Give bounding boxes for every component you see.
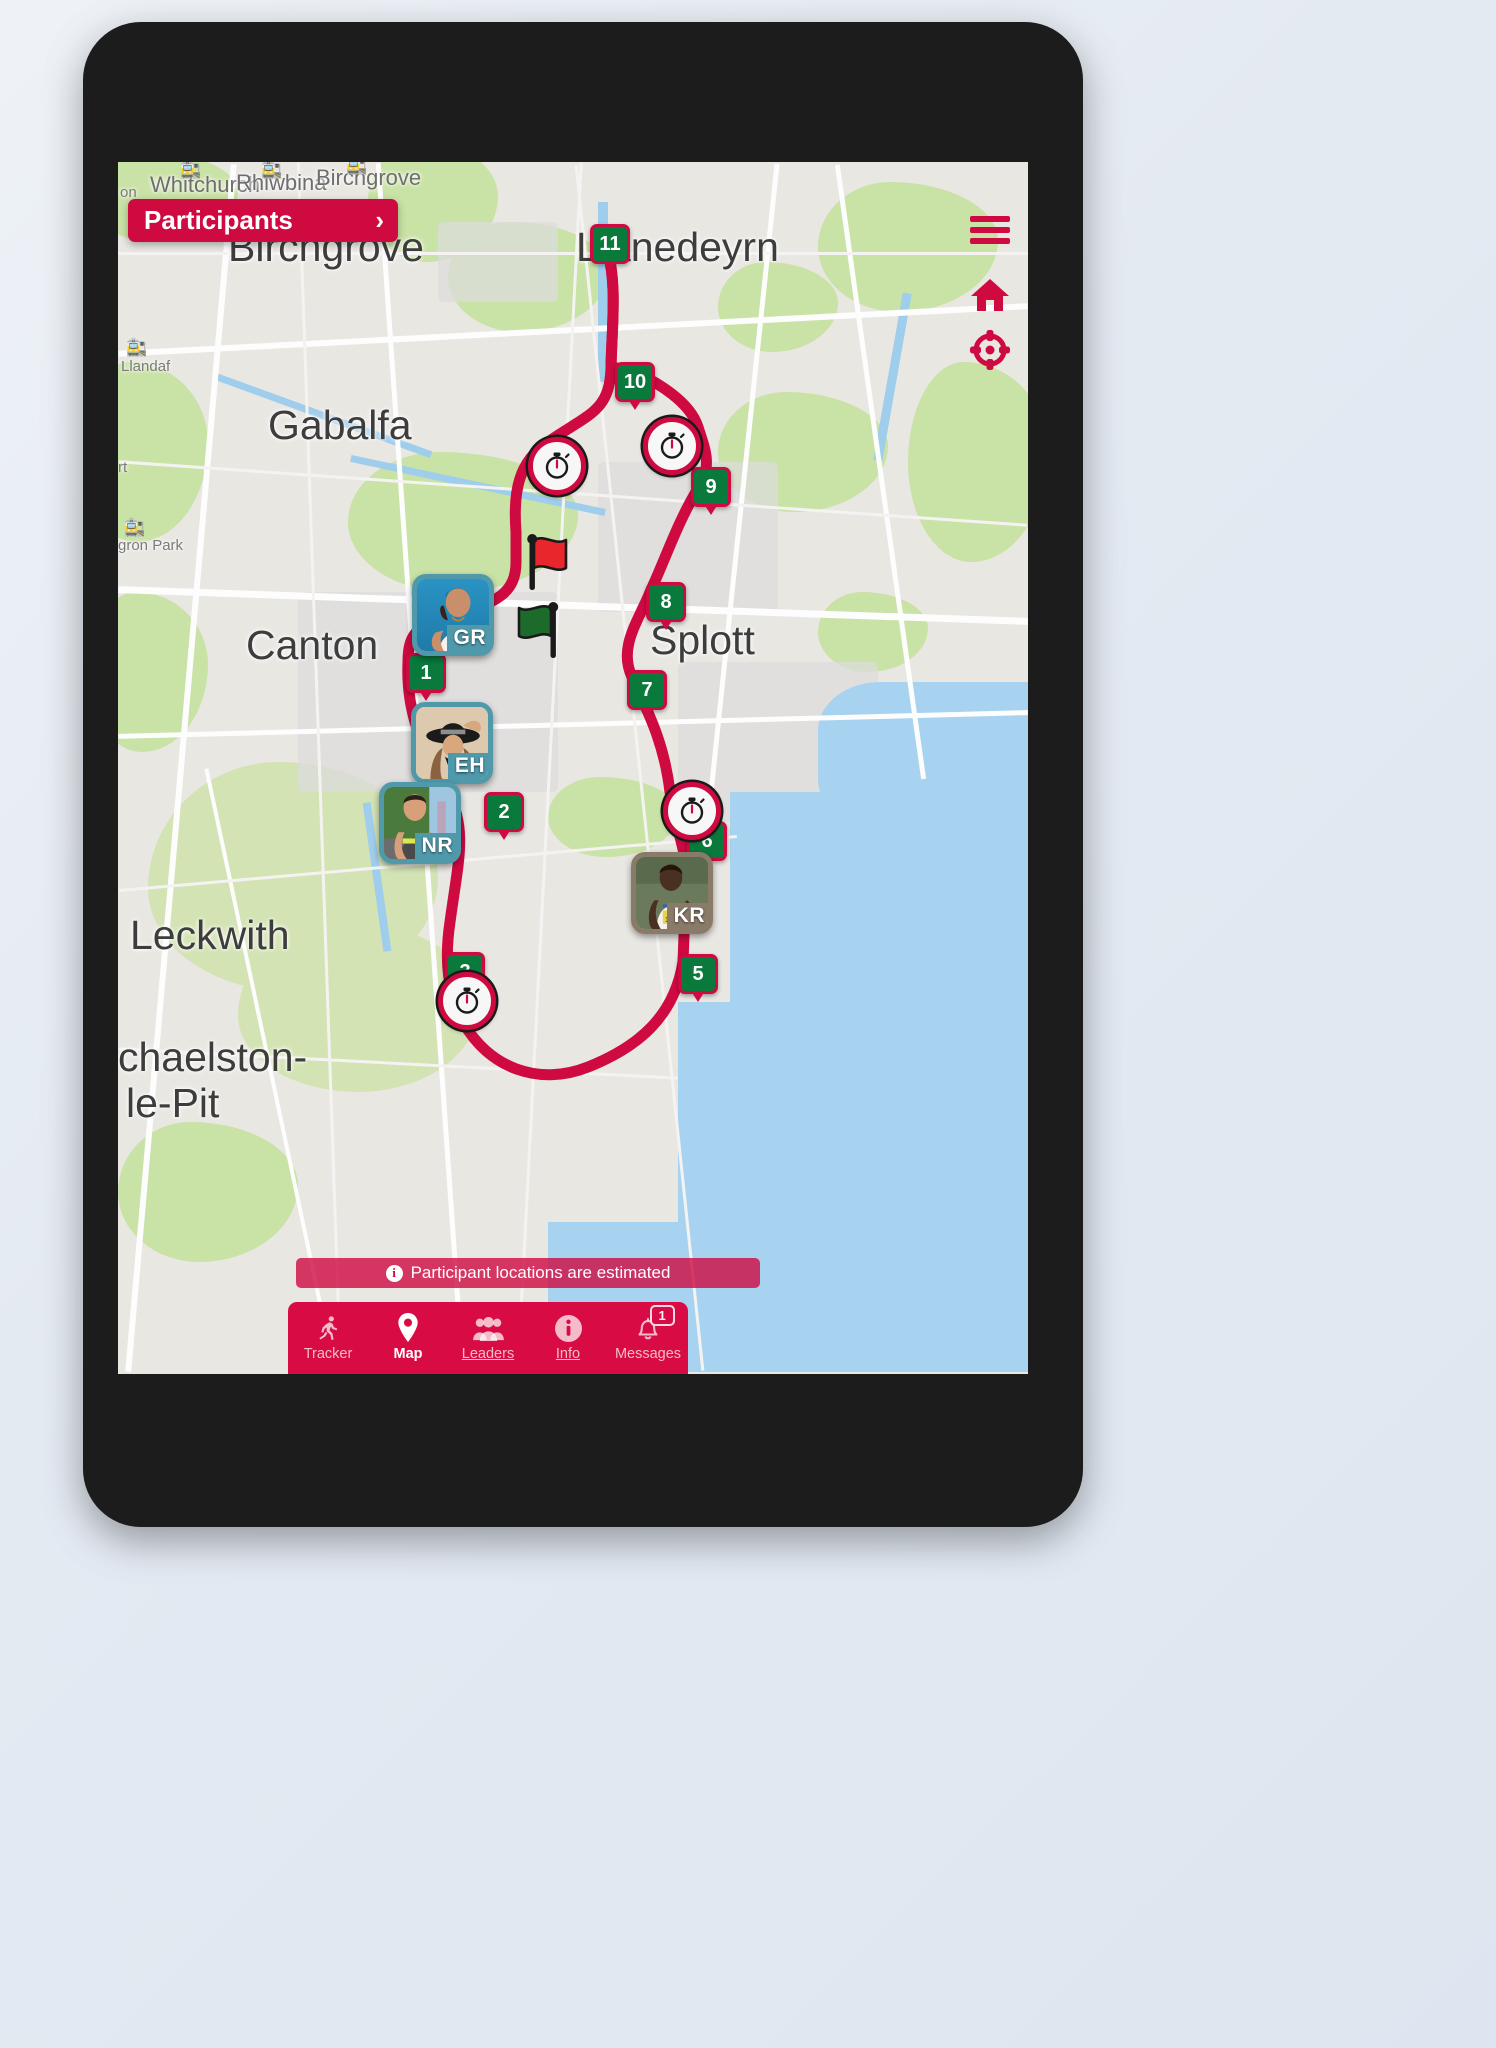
train-station-icon: 🚉	[124, 518, 146, 537]
app-screen: on Whitchurch Rhiwbina Birchgrove Birchgrove…	[118, 162, 1028, 1374]
stopwatch-icon[interactable]	[528, 437, 586, 495]
info-icon	[554, 1314, 582, 1342]
participant-marker[interactable]: EH	[411, 702, 493, 784]
locate-icon[interactable]	[970, 330, 1010, 375]
map-place-label: Canton	[246, 622, 379, 668]
estimated-locations-banner: i Participant locations are estimated	[296, 1258, 760, 1288]
chevron-right-icon: ›	[375, 205, 384, 235]
stopwatch-icon[interactable]	[438, 972, 496, 1030]
info-icon: i	[385, 1264, 403, 1282]
messages-badge: 1	[649, 1305, 675, 1326]
stopwatch-icon[interactable]	[663, 782, 721, 840]
mile-marker[interactable]: 5	[678, 954, 718, 994]
race-route	[402, 234, 712, 1081]
map-place-label: Leckwith	[130, 912, 290, 958]
menu-icon[interactable]	[970, 214, 1010, 251]
participant-marker[interactable]: GR	[412, 574, 494, 656]
map-place-label: chaelston-	[118, 1034, 308, 1080]
participants-button[interactable]: Participants ›	[128, 199, 398, 242]
stopwatch-icon[interactable]	[643, 417, 701, 475]
nav-tab-map[interactable]: Map	[368, 1302, 448, 1374]
mile-marker[interactable]: 7	[627, 670, 667, 710]
home-icon[interactable]	[970, 277, 1010, 318]
mile-marker[interactable]: 9	[691, 467, 731, 507]
pin-icon	[396, 1312, 420, 1342]
nav-tab-label: Info	[555, 1345, 581, 1362]
participant-marker[interactable]: 1560KR	[631, 852, 713, 934]
tablet-device-frame: on Whitchurch Rhiwbina Birchgrove Birchgrove…	[83, 22, 1083, 1527]
mile-marker[interactable]: 2	[484, 792, 524, 832]
nav-tab-messages[interactable]: 1 Messages	[608, 1302, 688, 1374]
bottom-navigation: Tracker Map Leaders Info 1 Messages	[288, 1302, 688, 1374]
map-place-label: rt	[118, 459, 128, 476]
train-station-icon: 🚉	[180, 162, 202, 179]
mile-marker[interactable]: 10	[615, 362, 655, 402]
train-station-icon: 🚉	[126, 338, 148, 357]
participant-initials: EH	[447, 753, 488, 779]
estimated-locations-text: Participant locations are estimated	[410, 1263, 671, 1282]
start-flag[interactable]	[503, 598, 563, 660]
train-station-icon: 🚉	[261, 162, 283, 179]
participants-button-label: Participants	[144, 205, 293, 235]
participant-marker[interactable]: NR	[379, 782, 461, 864]
mile-marker[interactable]: 1	[406, 653, 446, 693]
mile-marker[interactable]: 8	[646, 582, 686, 622]
map-canvas[interactable]: on Whitchurch Rhiwbina Birchgrove Birchgrove…	[118, 162, 1028, 1374]
train-station-icon: 🚉	[346, 162, 368, 175]
map-place-label: Llandaf	[121, 358, 171, 375]
nav-tab-tracker[interactable]: Tracker	[288, 1302, 368, 1374]
nav-tab-label: Leaders	[461, 1345, 515, 1362]
map-place-label: le-Pit	[126, 1080, 220, 1126]
runner-icon	[315, 1315, 342, 1342]
mile-marker[interactable]: 11	[590, 224, 630, 264]
nav-tab-info[interactable]: Info	[528, 1302, 608, 1374]
nav-tab-leaders[interactable]: Leaders	[448, 1302, 528, 1374]
nav-tab-label: Messages	[614, 1345, 682, 1362]
nav-tab-label: Tracker	[303, 1345, 353, 1362]
map-place-label: Birchgrove	[316, 165, 422, 190]
map-place-label: gron Park	[118, 537, 184, 554]
participant-initials: NR	[414, 833, 456, 859]
finish-flag[interactable]	[518, 530, 578, 592]
nav-tab-label: Map	[393, 1345, 423, 1362]
map-place-label: Gabalfa	[268, 402, 412, 448]
participant-initials: KR	[666, 903, 708, 929]
participant-initials: GR	[446, 625, 489, 651]
people-icon	[472, 1315, 504, 1342]
